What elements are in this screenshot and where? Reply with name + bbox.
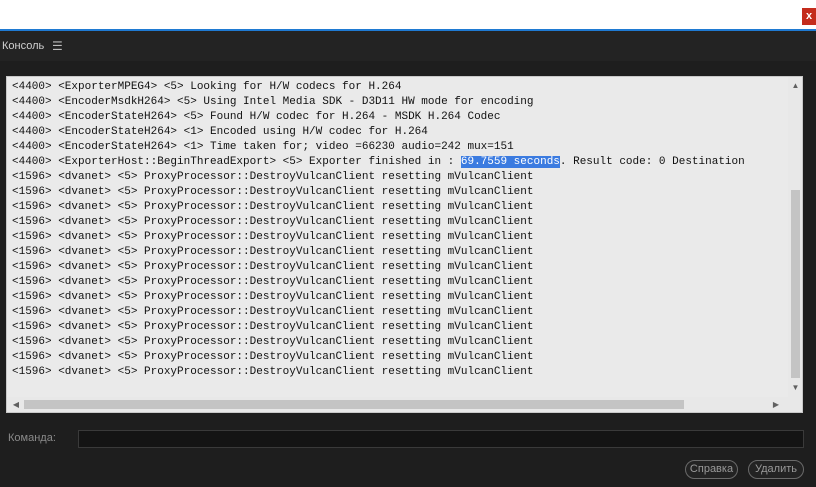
console-line-text: <1596> <dvanet> <5> ProxyProcessor::Dest… <box>12 216 534 228</box>
console-line: <4400> <EncoderMsdkH264> <5> Using Intel… <box>12 95 787 110</box>
horizontal-scroll-thumb[interactable] <box>24 400 684 409</box>
console-line-text: <4400> <ExporterHost::BeginThreadExport>… <box>12 156 461 168</box>
console-line: <1596> <dvanet> <5> ProxyProcessor::Dest… <box>12 320 787 335</box>
panel-header: Консоль ☰ <box>0 31 816 61</box>
scroll-left-icon[interactable]: ◀ <box>9 397 23 412</box>
console-line: <1596> <dvanet> <5> ProxyProcessor::Dest… <box>12 185 787 200</box>
close-button[interactable]: x <box>802 8 816 25</box>
console-line: <1596> <dvanet> <5> ProxyProcessor::Dest… <box>12 245 787 260</box>
console-line-text: <1596> <dvanet> <5> ProxyProcessor::Dest… <box>12 321 534 333</box>
selected-text[interactable]: 69.7559 seconds <box>460 156 560 168</box>
delete-button[interactable]: Удалить <box>748 460 804 479</box>
console-line-text: <4400> <EncoderStateH264> <5> Found H/W … <box>12 111 501 123</box>
console-line-text: <4400> <ExporterMPEG4> <5> Looking for H… <box>12 81 402 93</box>
vertical-scroll-thumb[interactable] <box>791 190 800 378</box>
panel-menu-icon[interactable]: ☰ <box>52 39 63 53</box>
scrollbar-corner <box>788 397 802 412</box>
console-line: <1596> <dvanet> <5> ProxyProcessor::Dest… <box>12 260 787 275</box>
console-output[interactable]: <4400> <ExporterMPEG4> <5> Looking for H… <box>6 76 803 413</box>
console-line: <1596> <dvanet> <5> ProxyProcessor::Dest… <box>12 215 787 230</box>
window-title-bar: x <box>0 0 816 31</box>
command-input[interactable] <box>78 430 804 448</box>
console-line-text: <1596> <dvanet> <5> ProxyProcessor::Dest… <box>12 246 534 258</box>
console-line: <4400> <EncoderStateH264> <5> Found H/W … <box>12 110 787 125</box>
console-line-text: <1596> <dvanet> <5> ProxyProcessor::Dest… <box>12 351 534 363</box>
horizontal-scrollbar[interactable]: ◀ ▶ <box>7 397 788 412</box>
panel-title[interactable]: Консоль <box>2 40 44 52</box>
console-line: <4400> <EncoderStateH264> <1> Time taken… <box>12 140 787 155</box>
console-line-text-tail: . Result code: 0 Destination <box>559 156 745 168</box>
vertical-scrollbar[interactable]: ▲ ▼ <box>788 77 802 397</box>
console-lines: <4400> <ExporterMPEG4> <5> Looking for H… <box>12 80 787 390</box>
console-line-text: <1596> <dvanet> <5> ProxyProcessor::Dest… <box>12 291 534 303</box>
console-line: <1596> <dvanet> <5> ProxyProcessor::Dest… <box>12 200 787 215</box>
console-line: <1596> <dvanet> <5> ProxyProcessor::Dest… <box>12 290 787 305</box>
console-line-text: <1596> <dvanet> <5> ProxyProcessor::Dest… <box>12 201 534 213</box>
console-line: <1596> <dvanet> <5> ProxyProcessor::Dest… <box>12 275 787 290</box>
console-line-text: <1596> <dvanet> <5> ProxyProcessor::Dest… <box>12 186 534 198</box>
console-line-text: <4400> <EncoderStateH264> <1> Encoded us… <box>12 126 428 138</box>
console-line: <1596> <dvanet> <5> ProxyProcessor::Dest… <box>12 170 787 185</box>
console-line-text: <1596> <dvanet> <5> ProxyProcessor::Dest… <box>12 276 534 288</box>
scroll-right-icon[interactable]: ▶ <box>769 397 783 412</box>
console-line-text: <1596> <dvanet> <5> ProxyProcessor::Dest… <box>12 171 534 183</box>
console-line: <1596> <dvanet> <5> ProxyProcessor::Dest… <box>12 365 787 380</box>
console-line: <1596> <dvanet> <5> ProxyProcessor::Dest… <box>12 350 787 365</box>
console-line-text: <1596> <dvanet> <5> ProxyProcessor::Dest… <box>12 366 534 378</box>
console-line-text: <1596> <dvanet> <5> ProxyProcessor::Dest… <box>12 306 534 318</box>
console-line-text: <1596> <dvanet> <5> ProxyProcessor::Dest… <box>12 231 534 243</box>
console-line-text: <1596> <dvanet> <5> ProxyProcessor::Dest… <box>12 261 534 273</box>
console-line: <1596> <dvanet> <5> ProxyProcessor::Dest… <box>12 230 787 245</box>
console-line-text: <4400> <EncoderMsdkH264> <5> Using Intel… <box>12 96 534 108</box>
help-button[interactable]: Справка <box>685 460 738 479</box>
console-line: <4400> <EncoderStateH264> <1> Encoded us… <box>12 125 787 140</box>
console-line-text: <1596> <dvanet> <5> ProxyProcessor::Dest… <box>12 336 534 348</box>
scroll-down-icon[interactable]: ▼ <box>788 381 802 395</box>
console-line: <4400> <ExporterMPEG4> <5> Looking for H… <box>12 80 787 95</box>
console-line: <1596> <dvanet> <5> ProxyProcessor::Dest… <box>12 335 787 350</box>
command-label: Команда: <box>8 432 56 444</box>
console-line: <1596> <dvanet> <5> ProxyProcessor::Dest… <box>12 305 787 320</box>
scroll-up-icon[interactable]: ▲ <box>788 79 802 93</box>
console-line-text: <4400> <EncoderStateH264> <1> Time taken… <box>12 141 514 153</box>
console-line: <4400> <ExporterHost::BeginThreadExport>… <box>12 155 787 170</box>
